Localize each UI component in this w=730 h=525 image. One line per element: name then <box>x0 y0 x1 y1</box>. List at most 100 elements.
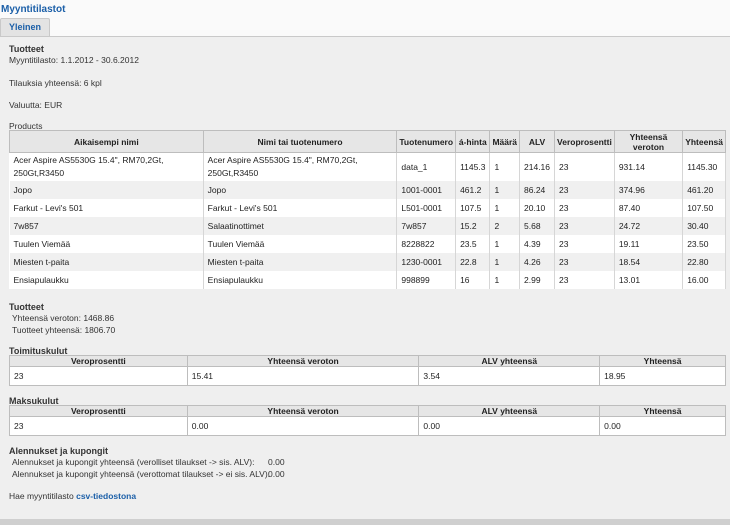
cell-previous-name: Ensiapulaukku <box>9 270 204 289</box>
discount-excl-vat-label: Alennukset ja kupongit yhteensä (verotto… <box>12 469 271 479</box>
cell-total-net: 13.01 <box>614 270 684 289</box>
cell-vat: 4.26 <box>519 252 556 271</box>
cell-total-net: 374.96 <box>614 180 684 199</box>
cell-name-or-number: Jopo <box>203 180 398 199</box>
payment-tax-percent: 23 <box>9 416 188 436</box>
cell-tax-percent: 23 <box>554 198 615 217</box>
cell-total-net: 19.11 <box>614 234 684 253</box>
payment-header-row: Veroprosentti Yhteensä veroton ALV yhtee… <box>9 405 726 417</box>
col-quantity[interactable]: Määrä <box>489 130 521 153</box>
discount-incl-vat-label: Alennukset ja kupongit yhteensä (verolli… <box>12 457 255 467</box>
cell-product-number: data_1 <box>396 152 457 181</box>
top-bar: Myyntitilastot Yleinen <box>0 0 730 36</box>
shipping-col-tax-percent: Veroprosentti <box>9 355 188 367</box>
cell-tax-percent: 23 <box>554 234 615 253</box>
cell-product-number: 1001-0001 <box>396 180 457 199</box>
tab-yleinen[interactable]: Yleinen <box>0 18 50 36</box>
cell-quantity: 1 <box>489 180 521 199</box>
cell-previous-name: Tuulen Viemää <box>9 234 204 253</box>
col-name-or-number[interactable]: Nimi tai tuotenumero <box>202 130 398 153</box>
table-row: Miesten t-paita Miesten t-paita 1230-0001 2… <box>9 252 726 271</box>
cell-quantity: 1 <box>489 198 521 217</box>
cell-tax-percent: 23 <box>554 252 615 271</box>
cell-total-net: 931.14 <box>614 152 684 181</box>
section-heading-products: Tuotteet <box>9 44 44 54</box>
table-row: 7w857 Salaatinottimet 7w857 15.2 2 5.68 23 24.7… <box>9 216 726 235</box>
table-row: Farkut - Levi's 501 Farkut - Levi's 501 L5… <box>9 198 726 217</box>
cell-vat: 2.99 <box>519 270 556 289</box>
cell-product-number: 7w857 <box>396 216 457 235</box>
shipping-net: 15.41 <box>186 366 420 386</box>
cell-unit-price: 16 <box>455 270 491 289</box>
shipping-row: 23 15.41 3.54 18.95 <box>9 366 726 386</box>
payment-net: 0.00 <box>186 416 420 436</box>
cell-name-or-number: Farkut - Levi's 501 <box>203 198 398 217</box>
cell-product-number: L501-0001 <box>396 198 457 217</box>
cell-total: 16.00 <box>682 270 726 289</box>
csv-line: Hae myyntitilasto csv-tiedostona <box>9 491 136 501</box>
table-row: Jopo Jopo 1001-0001 461.2 1 86.24 23 374.96 461.… <box>9 180 726 199</box>
shipping-col-total: Yhteensä <box>599 355 726 367</box>
table-row: Tuulen Viemää Tuulen Viemää 8228822 23.5 1 4.… <box>9 234 726 253</box>
cell-name-or-number: Tuulen Viemää <box>203 234 398 253</box>
cell-previous-name: 7w857 <box>9 216 204 235</box>
payment-vat: 0.00 <box>418 416 601 436</box>
payment-total: 0.00 <box>599 416 726 436</box>
shipping-col-vat: ALV yhteensä <box>418 355 601 367</box>
cell-total: 1145.30 <box>682 152 726 181</box>
cell-total: 23.50 <box>682 234 726 253</box>
table-row: Acer Aspire AS5530G 15.4", RM70,2Gt, 250… <box>9 152 726 181</box>
shipping-table: Veroprosentti Yhteensä veroton ALV yhtee… <box>9 355 726 386</box>
cell-product-number: 8228822 <box>396 234 457 253</box>
col-product-number[interactable]: Tuotenumero <box>396 130 457 153</box>
cell-total-net: 18.54 <box>614 252 684 271</box>
cell-quantity: 1 <box>489 270 521 289</box>
cell-name-or-number: Salaatinottimet <box>203 216 398 235</box>
products-header-row: Aikaisempi nimi Nimi tai tuotenumero Tuo… <box>9 130 726 153</box>
total-net: Yhteensä veroton: 1468.86 <box>12 313 115 323</box>
payment-col-vat: ALV yhteensä <box>418 405 601 417</box>
total-gross: Tuotteet yhteensä: 1806.70 <box>12 325 116 335</box>
cell-vat: 5.68 <box>519 216 556 235</box>
currency-text: Valuutta: EUR <box>9 100 63 110</box>
col-total[interactable]: Yhteensä <box>682 130 726 153</box>
cell-quantity: 1 <box>489 152 521 181</box>
cell-total-net: 24.72 <box>614 216 684 235</box>
cell-product-number: 1230-0001 <box>396 252 457 271</box>
period-text: Myyntitilasto: 1.1.2012 - 30.6.2012 <box>9 55 139 65</box>
col-unit-price[interactable]: á-hinta <box>455 130 491 153</box>
shipping-col-net: Yhteensä veroton <box>186 355 420 367</box>
col-tax-percent[interactable]: Veroprosentti <box>554 130 615 153</box>
cell-unit-price: 23.5 <box>455 234 491 253</box>
cell-tax-percent: 23 <box>554 152 615 181</box>
csv-prefix: Hae myyntitilasto <box>9 491 77 501</box>
cell-vat: 86.24 <box>519 180 556 199</box>
cell-name-or-number: Acer Aspire AS5530G 15.4", RM70,2Gt, 250… <box>203 152 398 181</box>
cell-total: 22.80 <box>682 252 726 271</box>
col-previous-name[interactable]: Aikaisempi nimi <box>9 130 204 153</box>
discount-incl-vat-value: 0.00 <box>268 457 285 467</box>
cell-total: 30.40 <box>682 216 726 235</box>
cell-total: 461.20 <box>682 180 726 199</box>
cell-previous-name: Acer Aspire AS5530G 15.4", RM70,2Gt, 250… <box>9 152 204 181</box>
cell-unit-price: 461.2 <box>455 180 491 199</box>
shipping-total: 18.95 <box>599 366 726 386</box>
col-total-net[interactable]: Yhteensä veroton <box>613 130 684 153</box>
cell-unit-price: 15.2 <box>455 216 491 235</box>
cell-unit-price: 22.8 <box>455 252 491 271</box>
cell-total-net: 87.40 <box>614 198 684 217</box>
cell-vat: 4.39 <box>519 234 556 253</box>
shipping-header-row: Veroprosentti Yhteensä veroton ALV yhtee… <box>9 355 726 367</box>
orders-count: Tilauksia yhteensä: 6 kpl <box>9 78 102 88</box>
csv-download-link[interactable]: csv-tiedostona <box>76 491 136 501</box>
cell-total: 107.50 <box>682 198 726 217</box>
cell-name-or-number: Miesten t-paita <box>203 252 398 271</box>
col-vat[interactable]: ALV <box>519 130 556 153</box>
discount-excl-vat-value: 0.00 <box>268 469 285 479</box>
app-title: Myyntitilastot <box>1 4 66 15</box>
cell-name-or-number: Ensiapulaukku <box>203 270 398 289</box>
bottom-bar <box>0 519 730 525</box>
cell-previous-name: Miesten t-paita <box>9 252 204 271</box>
cell-tax-percent: 23 <box>554 180 615 199</box>
discounts-heading: Alennukset ja kupongit <box>9 446 109 456</box>
